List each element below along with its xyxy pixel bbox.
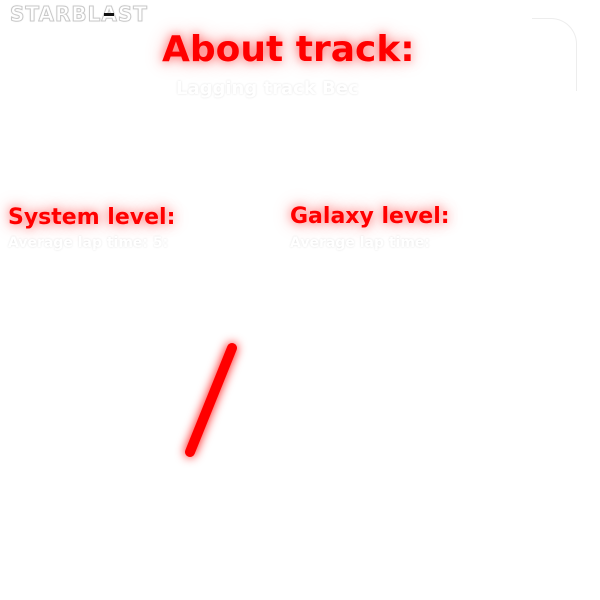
game-screen: STARBLAST About track: Lagging track Bec…	[0, 0, 600, 600]
track-diagonal-segment	[185, 343, 237, 457]
track-preview	[185, 343, 399, 577]
